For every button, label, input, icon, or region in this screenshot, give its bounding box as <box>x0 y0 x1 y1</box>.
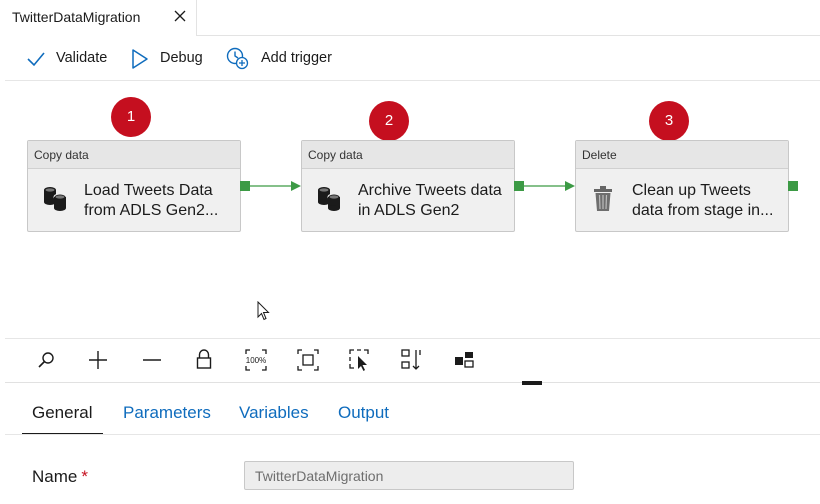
trash-icon <box>594 186 612 211</box>
tab-label: General <box>32 403 93 422</box>
mouse-cursor-icon <box>257 301 270 321</box>
layout-icon[interactable] <box>451 347 477 373</box>
zoom-100-icon[interactable]: 100% <box>243 347 269 373</box>
activity-header: Copy data <box>28 141 240 169</box>
copy-data-icon <box>318 187 341 211</box>
activity-header: Delete <box>576 141 788 169</box>
close-icon[interactable] <box>172 8 188 24</box>
activity-name-line: Load Tweets Data <box>84 182 213 199</box>
tab-general[interactable]: General <box>22 393 103 435</box>
activity-name-line: data from stage in... <box>632 202 774 219</box>
name-label: Name * <box>32 467 88 487</box>
debug-label: Debug <box>160 50 203 66</box>
activity-type: Copy data <box>308 148 363 162</box>
add-trigger-button[interactable]: Add trigger <box>225 36 345 80</box>
tab-parameters[interactable]: Parameters <box>123 393 215 435</box>
fit-to-screen-icon[interactable] <box>295 347 321 373</box>
activity-type: Copy data <box>34 148 89 162</box>
activity-name-line: from ADLS Gen2... <box>84 202 219 219</box>
step-badge: 1 <box>111 97 151 137</box>
success-output-port[interactable] <box>240 181 250 191</box>
tab-output[interactable]: Output <box>338 393 400 435</box>
copy-data-icon <box>44 187 67 211</box>
pipeline-tab[interactable]: TwitterDataMigration <box>0 0 197 36</box>
tab-variables[interactable]: Variables <box>239 393 315 435</box>
activity-delete-3[interactable]: Delete Clean up Tweets data from stage i… <box>575 140 789 232</box>
step-badge: 3 <box>649 101 689 141</box>
panel-splitter[interactable] <box>5 382 820 383</box>
splitter-handle[interactable] <box>522 381 542 385</box>
tab-title: TwitterDataMigration <box>12 9 141 25</box>
select-icon[interactable] <box>347 347 373 373</box>
name-label-text: Name <box>32 467 78 486</box>
activity-name-line: Clean up Tweets <box>632 182 751 199</box>
auto-align-icon[interactable] <box>399 347 425 373</box>
activity-name: Load Tweets Data from ADLS Gen2... <box>84 181 236 221</box>
zoom-in-icon[interactable] <box>85 347 111 373</box>
activity-copy-data-1[interactable]: Copy data Load Tweets Data from ADLS Gen… <box>27 140 241 232</box>
zoom-out-icon[interactable] <box>139 347 165 373</box>
play-icon <box>132 49 148 69</box>
tab-label: Parameters <box>123 403 211 422</box>
activity-name: Clean up Tweets data from stage in... <box>632 181 784 221</box>
activity-name: Archive Tweets data in ADLS Gen2 <box>358 181 510 221</box>
tab-bar: TwitterDataMigration <box>0 0 820 36</box>
activity-copy-data-2[interactable]: Copy data Archive Tweets data in ADLS Ge… <box>301 140 515 232</box>
trigger-icon <box>226 47 249 70</box>
name-field[interactable] <box>244 461 574 490</box>
tabs-divider <box>5 434 820 435</box>
canvas-toolbar: 100% <box>5 338 820 380</box>
tab-label: Variables <box>239 403 309 422</box>
add-trigger-label: Add trigger <box>261 50 332 66</box>
success-output-port[interactable] <box>514 181 524 191</box>
validate-label: Validate <box>56 50 108 66</box>
validate-button[interactable]: Validate <box>23 36 115 80</box>
pipeline-toolbar: Validate Debug Add trigger <box>5 36 820 81</box>
svg-text:100%: 100% <box>246 356 266 365</box>
connector-arrow[interactable] <box>250 178 302 194</box>
activity-header: Copy data <box>302 141 514 169</box>
checkmark-icon <box>27 52 45 67</box>
debug-button[interactable]: Debug <box>129 36 209 80</box>
required-indicator: * <box>81 467 88 486</box>
activity-name-line: in ADLS Gen2 <box>358 202 460 219</box>
tab-label: Output <box>338 403 390 422</box>
activity-type: Delete <box>582 148 617 162</box>
search-icon[interactable] <box>33 347 59 373</box>
connector-arrow[interactable] <box>524 178 576 194</box>
step-badge: 2 <box>369 101 409 141</box>
lock-icon[interactable] <box>191 347 217 373</box>
activity-name-line: Archive Tweets data <box>358 182 502 199</box>
success-output-port[interactable] <box>788 181 798 191</box>
